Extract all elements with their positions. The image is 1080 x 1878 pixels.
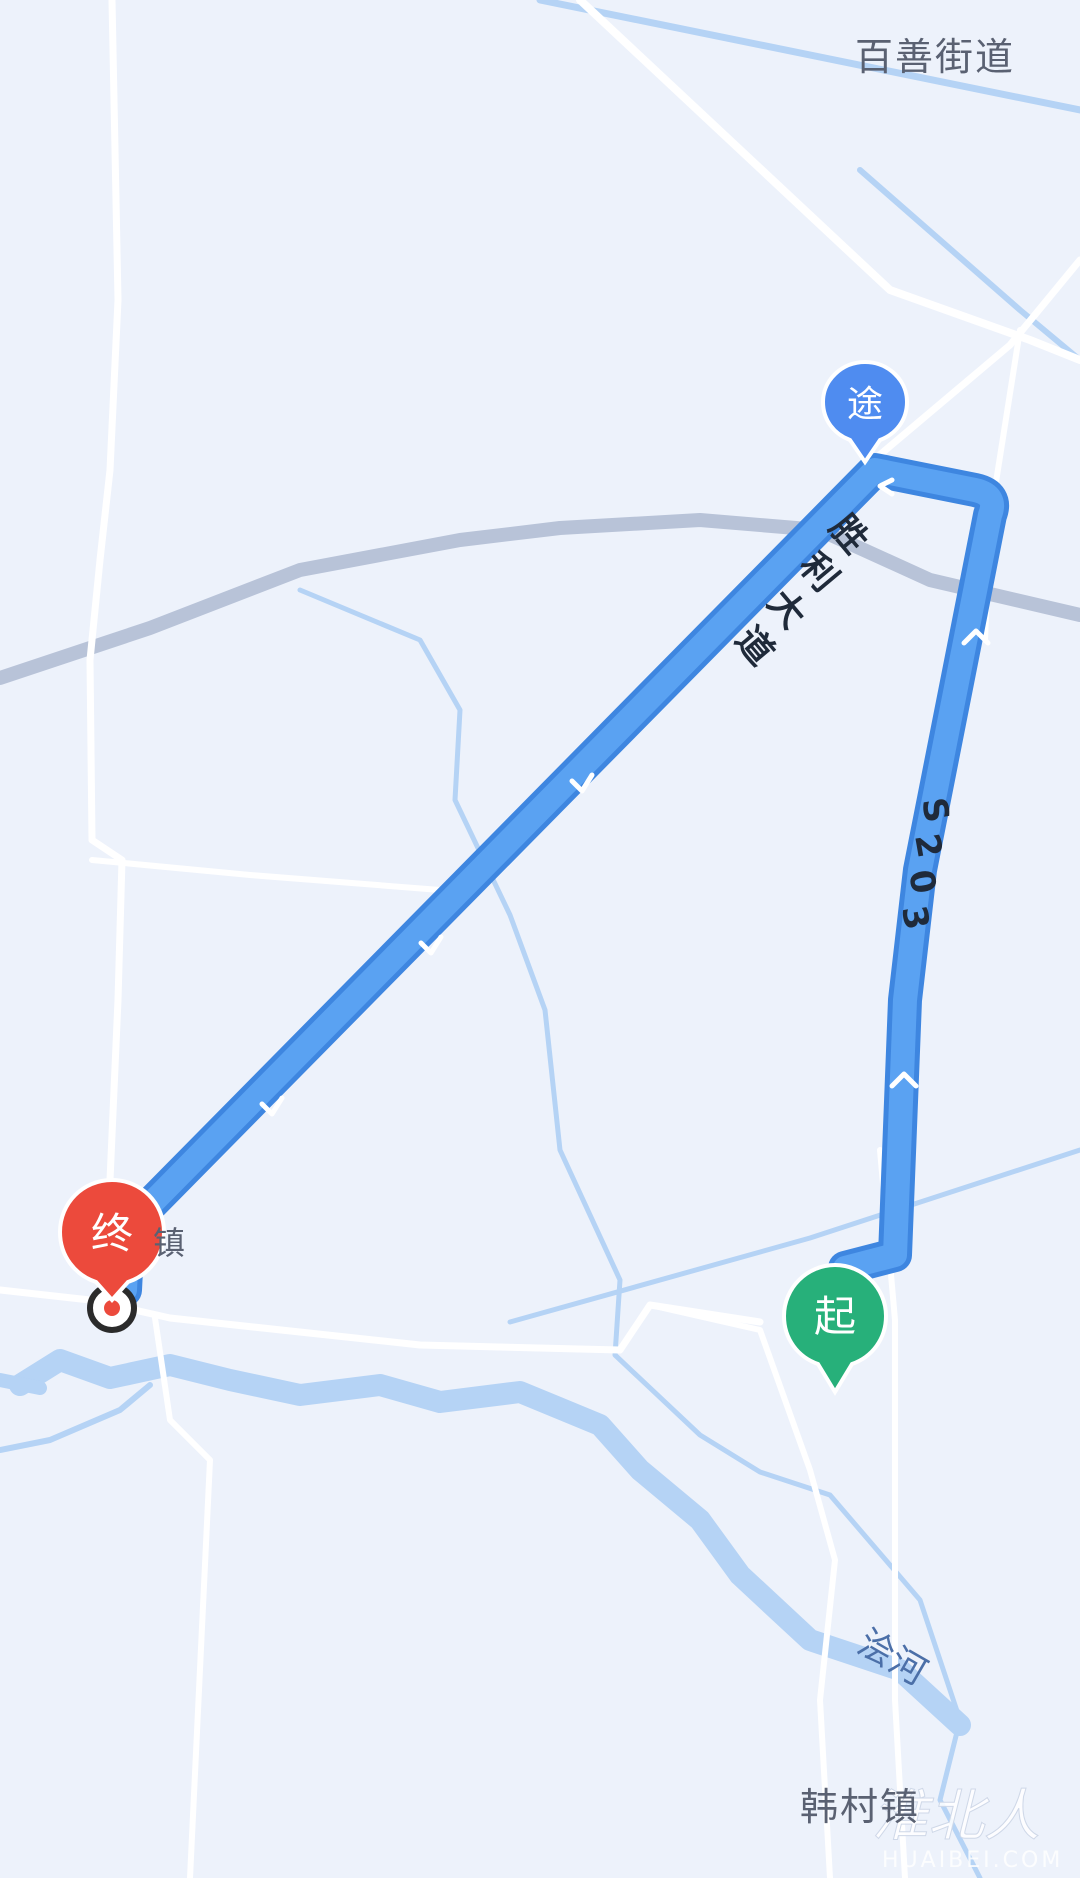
end-label: 终 xyxy=(91,1209,133,1258)
place-label-hancun: 韩村镇 xyxy=(800,1785,921,1829)
place-label-end-town: 镇 xyxy=(153,1224,188,1262)
watermark-url: HUAIBEI.COM xyxy=(882,1848,1064,1873)
place-label-baishan: 百善街道 xyxy=(855,35,1016,79)
start-label: 起 xyxy=(814,1292,856,1341)
map-canvas[interactable]: 胜 利 大 道 S 2 0 3 浍河 途 起 终 淮北人 xyxy=(0,0,1080,1878)
waypoint-label: 途 xyxy=(847,384,883,425)
map-view[interactable]: 胜 利 大 道 S 2 0 3 浍河 途 起 终 淮北人 百善街道 镇 韩村镇 … xyxy=(0,0,1080,1878)
